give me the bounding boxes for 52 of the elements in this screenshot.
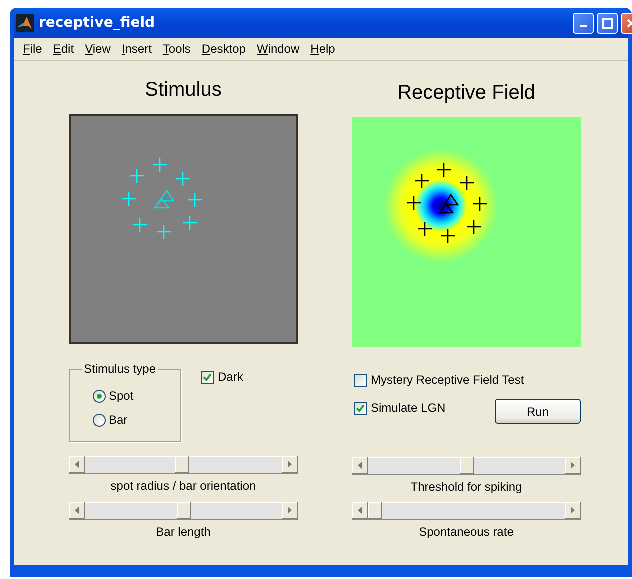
- checkbox-label: Mystery Receptive Field Test: [371, 373, 524, 387]
- scroll-right-button[interactable]: [282, 456, 298, 473]
- run-button[interactable]: Run: [495, 399, 581, 424]
- radio-button[interactable]: [93, 414, 106, 426]
- menu-item[interactable]: View: [80, 42, 117, 56]
- group-label: Stimulus type: [82, 362, 158, 376]
- scroll-right-button[interactable]: [282, 502, 298, 519]
- arrow-right-icon: [288, 507, 292, 514]
- checkbox-label: Dark: [218, 370, 244, 384]
- slider-thumb[interactable]: [368, 502, 382, 519]
- checkbox[interactable]: [354, 374, 367, 386]
- radio-button[interactable]: [93, 390, 106, 402]
- arrow-left-icon: [75, 461, 79, 468]
- slider-label: Spontaneous rate: [419, 525, 514, 539]
- arrow-right-icon: [288, 461, 292, 468]
- maximize-icon: [602, 18, 613, 28]
- menu-item[interactable]: Window: [252, 42, 306, 56]
- menu-item[interactable]: Desktop: [196, 42, 252, 56]
- app-icon: [16, 14, 34, 32]
- menu-item[interactable]: Help: [306, 42, 342, 56]
- scroll-left-button[interactable]: [352, 502, 368, 519]
- slider-label: Threshold for spiking: [410, 480, 522, 494]
- scroll-right-button[interactable]: [565, 457, 581, 474]
- radio-label: Spot: [109, 389, 134, 403]
- slider-thumb[interactable]: [174, 456, 189, 473]
- minimize-button[interactable]: [573, 12, 594, 34]
- arrow-left-icon: [358, 507, 362, 514]
- scroll-left-button[interactable]: [352, 457, 368, 474]
- arrow-left-icon: [75, 507, 79, 514]
- menu-item[interactable]: Edit: [48, 42, 80, 56]
- radio-label: Bar: [109, 413, 128, 427]
- plot-title: Stimulus: [144, 78, 223, 102]
- menu-item[interactable]: File: [18, 42, 48, 56]
- arrow-right-icon: [571, 462, 575, 469]
- checkbox[interactable]: [201, 370, 214, 384]
- slider-label: Bar length: [156, 525, 211, 539]
- menu-item[interactable]: Insert: [116, 42, 158, 56]
- menu-item[interactable]: Tools: [158, 42, 197, 56]
- slider-thumb[interactable]: [176, 502, 190, 519]
- arrow-left-icon: [358, 462, 362, 469]
- slider-thumb[interactable]: [460, 457, 474, 474]
- checkbox-label: Simulate LGN: [371, 401, 446, 415]
- checkbox[interactable]: [354, 402, 367, 414]
- minimize-icon: [580, 25, 587, 28]
- maximize-button[interactable]: [597, 12, 618, 34]
- window-title: receptive_field: [39, 15, 156, 31]
- scroll-right-button[interactable]: [565, 502, 581, 519]
- arrow-right-icon: [571, 507, 575, 514]
- scroll-left-button[interactable]: [69, 502, 85, 519]
- scroll-left-button[interactable]: [69, 456, 85, 473]
- plot-title: Receptive Field: [396, 81, 536, 105]
- slider-label: spot radius / bar orientation: [110, 479, 256, 493]
